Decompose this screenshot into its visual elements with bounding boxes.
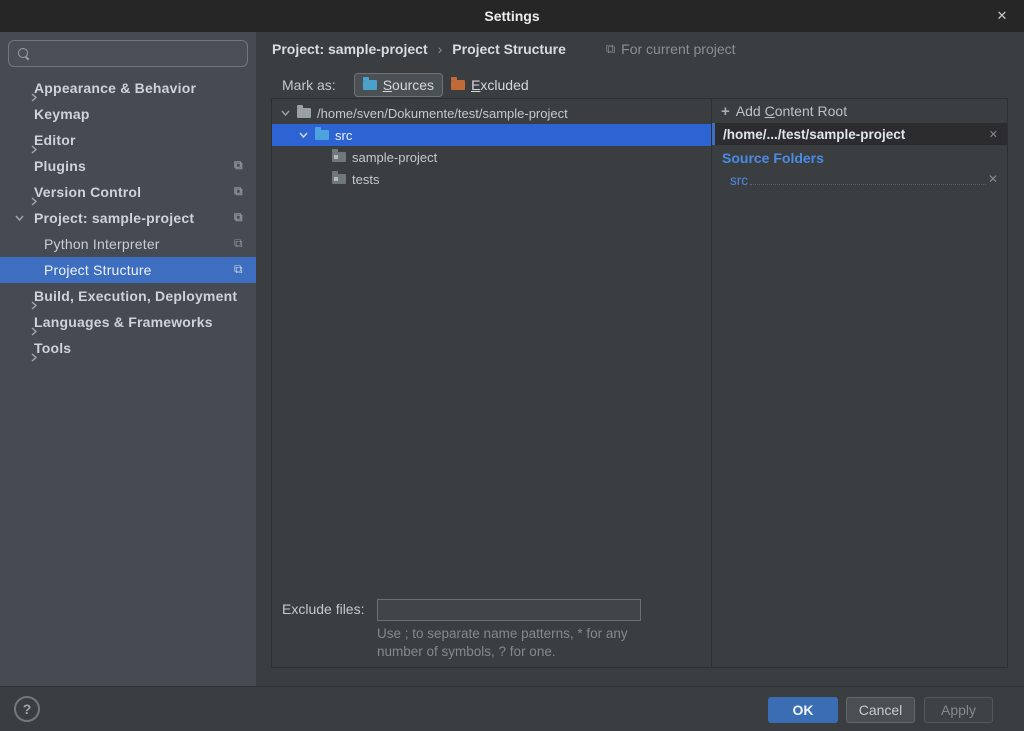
source-folder-row[interactable]: src ✕ bbox=[730, 170, 998, 188]
breadcrumb: Project: sample-project › Project Struct… bbox=[272, 38, 736, 60]
folder-icon bbox=[332, 174, 346, 184]
tree-row-sample-project[interactable]: sample-project bbox=[272, 146, 711, 168]
remove-content-root-icon[interactable]: ✕ bbox=[989, 128, 998, 141]
sidebar-item-build[interactable]: Build, Execution, Deployment bbox=[0, 283, 256, 309]
search-input[interactable] bbox=[29, 46, 247, 61]
sidebar-item-editor[interactable]: Editor bbox=[0, 127, 256, 153]
current-project-icon: ⧉ bbox=[234, 185, 246, 198]
tree-row-root[interactable]: /home/sven/Dokumente/test/sample-project bbox=[272, 102, 711, 124]
folder-tree: /home/sven/Dokumente/test/sample-project… bbox=[272, 102, 711, 190]
exclude-files-input[interactable] bbox=[377, 599, 641, 621]
sidebar-item-plugins[interactable]: Plugins ⧉ bbox=[0, 153, 256, 179]
sidebar-item-tools[interactable]: Tools bbox=[0, 335, 256, 361]
scope-indicator: ⧉ For current project bbox=[606, 41, 736, 57]
scope-label: For current project bbox=[621, 41, 735, 57]
current-project-icon: ⧉ bbox=[234, 237, 246, 250]
settings-dialog: Settings ✕ Appearance & Behavior Keymap … bbox=[0, 0, 1024, 731]
dotted-leader bbox=[750, 184, 986, 185]
mark-as-toolbar: Mark as: Sources Excluded bbox=[272, 72, 537, 98]
current-project-icon: ⧉ bbox=[606, 41, 615, 57]
mark-excluded-button[interactable]: Excluded bbox=[443, 73, 537, 97]
chevron-down-icon[interactable] bbox=[15, 214, 24, 222]
dialog-footer: ? OK Cancel Apply bbox=[0, 686, 1024, 731]
selection-accent-bar bbox=[712, 123, 715, 145]
remove-source-folder-icon[interactable]: ✕ bbox=[988, 172, 998, 186]
search-icon bbox=[18, 48, 29, 59]
sidebar-item-languages[interactable]: Languages & Frameworks bbox=[0, 309, 256, 335]
source-folder-name: src bbox=[730, 173, 748, 188]
exclude-files-help: Use ; to separate name patterns, * for a… bbox=[377, 625, 628, 661]
tree-row-tests[interactable]: tests bbox=[272, 168, 711, 190]
apply-button[interactable]: Apply bbox=[924, 697, 993, 723]
breadcrumb-page: Project Structure bbox=[452, 41, 566, 57]
breadcrumb-project[interactable]: Project: sample-project bbox=[272, 41, 428, 57]
search-box bbox=[8, 40, 248, 67]
sidebar-item-project-structure[interactable]: Project Structure ⧉ bbox=[0, 257, 256, 283]
mark-as-label: Mark as: bbox=[282, 77, 336, 93]
sidebar-item-version-control[interactable]: Version Control ⧉ bbox=[0, 179, 256, 205]
settings-nav: Appearance & Behavior Keymap Editor Plug… bbox=[0, 75, 256, 361]
sidebar-item-project[interactable]: Project: sample-project ⧉ bbox=[0, 205, 256, 231]
plus-icon: + bbox=[721, 103, 730, 120]
content-root-panel: + Add Content Root /home/.../test/sample… bbox=[711, 99, 1007, 667]
ok-button[interactable]: OK bbox=[768, 697, 838, 723]
sidebar-item-appearance[interactable]: Appearance & Behavior bbox=[0, 75, 256, 101]
tree-row-src[interactable]: src bbox=[272, 124, 711, 146]
dialog-title: Settings bbox=[0, 0, 1024, 32]
sidebar-item-keymap[interactable]: Keymap bbox=[0, 101, 256, 127]
chevron-down-icon[interactable] bbox=[299, 131, 308, 139]
excluded-folder-icon bbox=[451, 80, 465, 90]
add-content-root-button[interactable]: + Add Content Root bbox=[712, 99, 1007, 123]
chevron-down-icon[interactable] bbox=[281, 109, 290, 117]
sidebar-item-python-interpreter[interactable]: Python Interpreter ⧉ bbox=[0, 231, 256, 257]
current-project-icon: ⧉ bbox=[234, 159, 246, 172]
title-bar: Settings ✕ bbox=[0, 0, 1024, 32]
settings-sidebar: Appearance & Behavior Keymap Editor Plug… bbox=[0, 32, 256, 686]
source-folder-icon bbox=[315, 130, 329, 140]
folder-icon bbox=[332, 152, 346, 162]
content-root-path: /home/.../test/sample-project bbox=[723, 127, 905, 142]
exclude-files-section: Exclude files: Use ; to separate name pa… bbox=[272, 597, 711, 667]
project-structure-panels: /home/sven/Dokumente/test/sample-project… bbox=[271, 98, 1008, 668]
source-folders-title: Source Folders bbox=[722, 150, 824, 166]
help-button[interactable]: ? bbox=[14, 696, 40, 722]
cancel-button[interactable]: Cancel bbox=[846, 697, 915, 723]
content-root-row[interactable]: /home/.../test/sample-project ✕ bbox=[712, 123, 1007, 145]
content-tree-panel: /home/sven/Dokumente/test/sample-project… bbox=[272, 99, 711, 667]
current-project-icon: ⧉ bbox=[234, 211, 246, 224]
exclude-files-label: Exclude files: bbox=[282, 601, 364, 617]
sources-folder-icon bbox=[363, 80, 377, 90]
current-project-icon: ⧉ bbox=[234, 263, 246, 276]
close-icon[interactable]: ✕ bbox=[988, 0, 1016, 32]
folder-icon bbox=[297, 108, 311, 118]
mark-sources-button[interactable]: Sources bbox=[354, 73, 443, 97]
breadcrumb-separator-icon: › bbox=[438, 41, 443, 57]
